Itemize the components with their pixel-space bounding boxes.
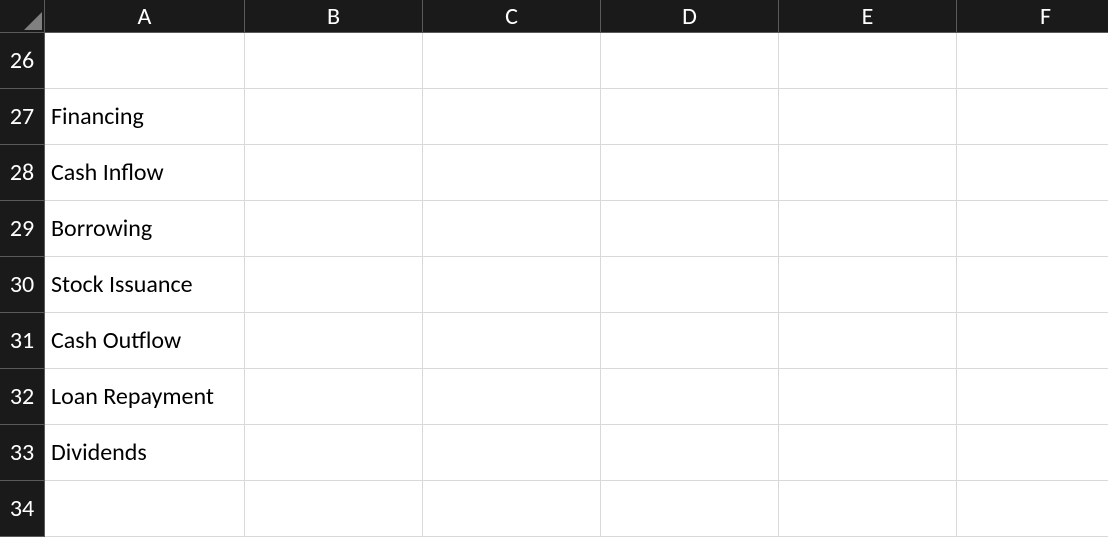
cell-F32[interactable] bbox=[957, 369, 1108, 425]
row-header-label: 26 bbox=[10, 46, 34, 75]
cell-B29[interactable] bbox=[245, 201, 423, 257]
cell-value: Stock Issuance bbox=[51, 270, 193, 299]
select-all-corner[interactable] bbox=[0, 0, 45, 33]
cell-E32[interactable] bbox=[779, 369, 957, 425]
col-header-label: E bbox=[862, 2, 874, 31]
row-header-33[interactable]: 33 bbox=[0, 425, 45, 481]
cell-D29[interactable] bbox=[601, 201, 779, 257]
cell-A27[interactable]: Financing bbox=[45, 89, 245, 145]
cell-B34[interactable] bbox=[245, 481, 423, 537]
cell-F30[interactable] bbox=[957, 257, 1108, 313]
cell-D26[interactable] bbox=[601, 33, 779, 89]
cell-F31[interactable] bbox=[957, 313, 1108, 369]
cell-D33[interactable] bbox=[601, 425, 779, 481]
row-header-28[interactable]: 28 bbox=[0, 145, 45, 201]
cell-value: Cash Inflow bbox=[51, 158, 164, 187]
cell-C29[interactable] bbox=[423, 201, 601, 257]
cell-A32[interactable]: Loan Repayment bbox=[45, 369, 245, 425]
cell-B27[interactable] bbox=[245, 89, 423, 145]
cell-value: Loan Repayment bbox=[51, 382, 214, 411]
cell-F34[interactable] bbox=[957, 481, 1108, 537]
cell-D32[interactable] bbox=[601, 369, 779, 425]
col-header-label: D bbox=[682, 2, 697, 31]
cell-value: Cash Outflow bbox=[51, 326, 181, 355]
cell-C32[interactable] bbox=[423, 369, 601, 425]
cell-E30[interactable] bbox=[779, 257, 957, 313]
cell-B30[interactable] bbox=[245, 257, 423, 313]
row-header-label: 31 bbox=[10, 326, 34, 355]
row-header-30[interactable]: 30 bbox=[0, 257, 45, 313]
col-header-label: F bbox=[1040, 2, 1051, 31]
cell-D30[interactable] bbox=[601, 257, 779, 313]
cell-value: Financing bbox=[51, 102, 144, 131]
cell-A33[interactable]: Dividends bbox=[45, 425, 245, 481]
cell-E26[interactable] bbox=[779, 33, 957, 89]
row-header-label: 33 bbox=[10, 438, 34, 467]
cell-A26[interactable] bbox=[45, 33, 245, 89]
cell-F26[interactable] bbox=[957, 33, 1108, 89]
cell-F29[interactable] bbox=[957, 201, 1108, 257]
cell-D31[interactable] bbox=[601, 313, 779, 369]
cell-F28[interactable] bbox=[957, 145, 1108, 201]
row-header-34[interactable]: 34 bbox=[0, 481, 45, 537]
row-header-26[interactable]: 26 bbox=[0, 33, 45, 89]
row-header-29[interactable]: 29 bbox=[0, 201, 45, 257]
cell-A30[interactable]: Stock Issuance bbox=[45, 257, 245, 313]
cell-F33[interactable] bbox=[957, 425, 1108, 481]
cell-C34[interactable] bbox=[423, 481, 601, 537]
row-header-label: 28 bbox=[10, 158, 34, 187]
col-header-D[interactable]: D bbox=[601, 0, 779, 33]
col-header-label: C bbox=[505, 2, 518, 31]
col-header-label: A bbox=[138, 2, 152, 31]
col-header-F[interactable]: F bbox=[957, 0, 1108, 33]
cell-A31[interactable]: Cash Outflow bbox=[45, 313, 245, 369]
cell-D34[interactable] bbox=[601, 481, 779, 537]
cell-D27[interactable] bbox=[601, 89, 779, 145]
cell-B26[interactable] bbox=[245, 33, 423, 89]
cell-F27[interactable] bbox=[957, 89, 1108, 145]
cell-E27[interactable] bbox=[779, 89, 957, 145]
select-all-triangle-icon bbox=[24, 12, 42, 30]
cell-value: Dividends bbox=[51, 438, 147, 467]
row-header-label: 29 bbox=[10, 214, 34, 243]
col-header-A[interactable]: A bbox=[45, 0, 245, 33]
cell-B32[interactable] bbox=[245, 369, 423, 425]
cell-C33[interactable] bbox=[423, 425, 601, 481]
cell-E28[interactable] bbox=[779, 145, 957, 201]
cell-D28[interactable] bbox=[601, 145, 779, 201]
cell-E31[interactable] bbox=[779, 313, 957, 369]
cell-B33[interactable] bbox=[245, 425, 423, 481]
row-header-31[interactable]: 31 bbox=[0, 313, 45, 369]
cell-A28[interactable]: Cash Inflow bbox=[45, 145, 245, 201]
cell-C30[interactable] bbox=[423, 257, 601, 313]
cell-value: Borrowing bbox=[51, 214, 152, 243]
col-header-C[interactable]: C bbox=[423, 0, 601, 33]
cell-B31[interactable] bbox=[245, 313, 423, 369]
spreadsheet-grid: A B C D E F 26 27 Financing 28 Cash Inflow 29… bbox=[0, 0, 1108, 537]
cell-C31[interactable] bbox=[423, 313, 601, 369]
cell-A34[interactable] bbox=[45, 481, 245, 537]
col-header-B[interactable]: B bbox=[245, 0, 423, 33]
row-header-label: 27 bbox=[10, 102, 34, 131]
col-header-E[interactable]: E bbox=[779, 0, 957, 33]
cell-E29[interactable] bbox=[779, 201, 957, 257]
cell-C28[interactable] bbox=[423, 145, 601, 201]
cell-A29[interactable]: Borrowing bbox=[45, 201, 245, 257]
row-header-27[interactable]: 27 bbox=[0, 89, 45, 145]
cell-C26[interactable] bbox=[423, 33, 601, 89]
col-header-label: B bbox=[327, 2, 340, 31]
row-header-label: 32 bbox=[10, 382, 34, 411]
cell-C27[interactable] bbox=[423, 89, 601, 145]
row-header-label: 34 bbox=[10, 494, 34, 523]
cell-B28[interactable] bbox=[245, 145, 423, 201]
row-header-label: 30 bbox=[10, 270, 34, 299]
row-header-32[interactable]: 32 bbox=[0, 369, 45, 425]
cell-E33[interactable] bbox=[779, 425, 957, 481]
cell-E34[interactable] bbox=[779, 481, 957, 537]
